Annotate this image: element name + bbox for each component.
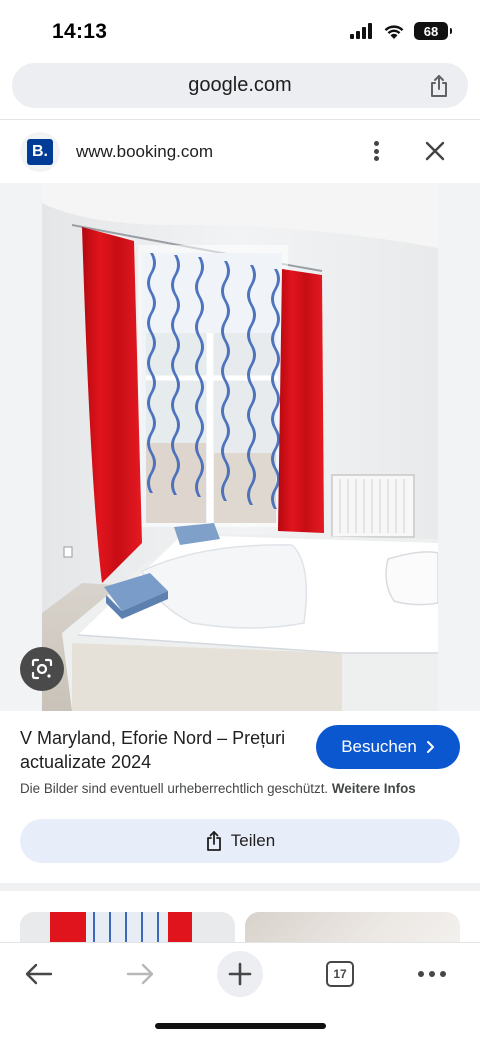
section-divider: [0, 883, 480, 891]
visit-button[interactable]: Besuchen: [316, 725, 460, 769]
back-button[interactable]: [16, 951, 62, 997]
plus-icon: [228, 962, 252, 986]
signal-icon: [350, 23, 372, 39]
address-bar[interactable]: google.com: [12, 63, 468, 108]
site-header: B. www.booking.com: [0, 120, 480, 183]
tab-count: 17: [333, 967, 347, 981]
share-icon[interactable]: [428, 74, 450, 98]
visit-label: Besuchen: [341, 737, 417, 756]
status-bar: 14:13 68: [0, 0, 480, 60]
share-button[interactable]: Teilen: [20, 819, 460, 863]
status-time: 14:13: [52, 20, 108, 43]
home-indicator: [155, 1023, 326, 1029]
close-icon[interactable]: [424, 140, 446, 162]
forward-icon: [126, 963, 154, 985]
share-icon: [206, 831, 221, 851]
share-label: Teilen: [230, 831, 276, 850]
tab-switcher-button[interactable]: 17: [317, 951, 363, 997]
forward-button[interactable]: [117, 951, 163, 997]
copyright-notice: Die Bilder sind eventuell urheberrechtli…: [20, 781, 416, 796]
new-tab-button[interactable]: [217, 951, 263, 997]
tabs-icon: 17: [326, 961, 354, 987]
wifi-icon: [384, 25, 404, 39]
chevron-right-icon: [426, 741, 434, 753]
site-favicon: B.: [20, 132, 60, 172]
url-text[interactable]: google.com: [188, 74, 291, 97]
more-info-link[interactable]: Weitere Infos: [332, 781, 416, 796]
result-title[interactable]: V Maryland, Eforie Nord – Prețuri actual…: [20, 726, 300, 774]
more-horiz-icon: [418, 971, 446, 977]
copyright-text: Die Bilder sind eventuell urheberrechtli…: [20, 781, 329, 796]
lens-icon: [31, 658, 53, 680]
room-photo: [42, 183, 438, 711]
battery-level: 68: [423, 23, 439, 39]
status-icons: 68: [350, 22, 452, 40]
site-domain[interactable]: www.booking.com: [76, 142, 213, 162]
lens-button[interactable]: [20, 647, 64, 691]
menu-button[interactable]: [409, 951, 455, 997]
more-vert-icon[interactable]: [366, 138, 386, 164]
image-preview[interactable]: [0, 183, 480, 711]
battery-icon: 68: [414, 22, 452, 40]
back-icon: [25, 963, 53, 985]
booking-logo: B.: [27, 139, 53, 165]
